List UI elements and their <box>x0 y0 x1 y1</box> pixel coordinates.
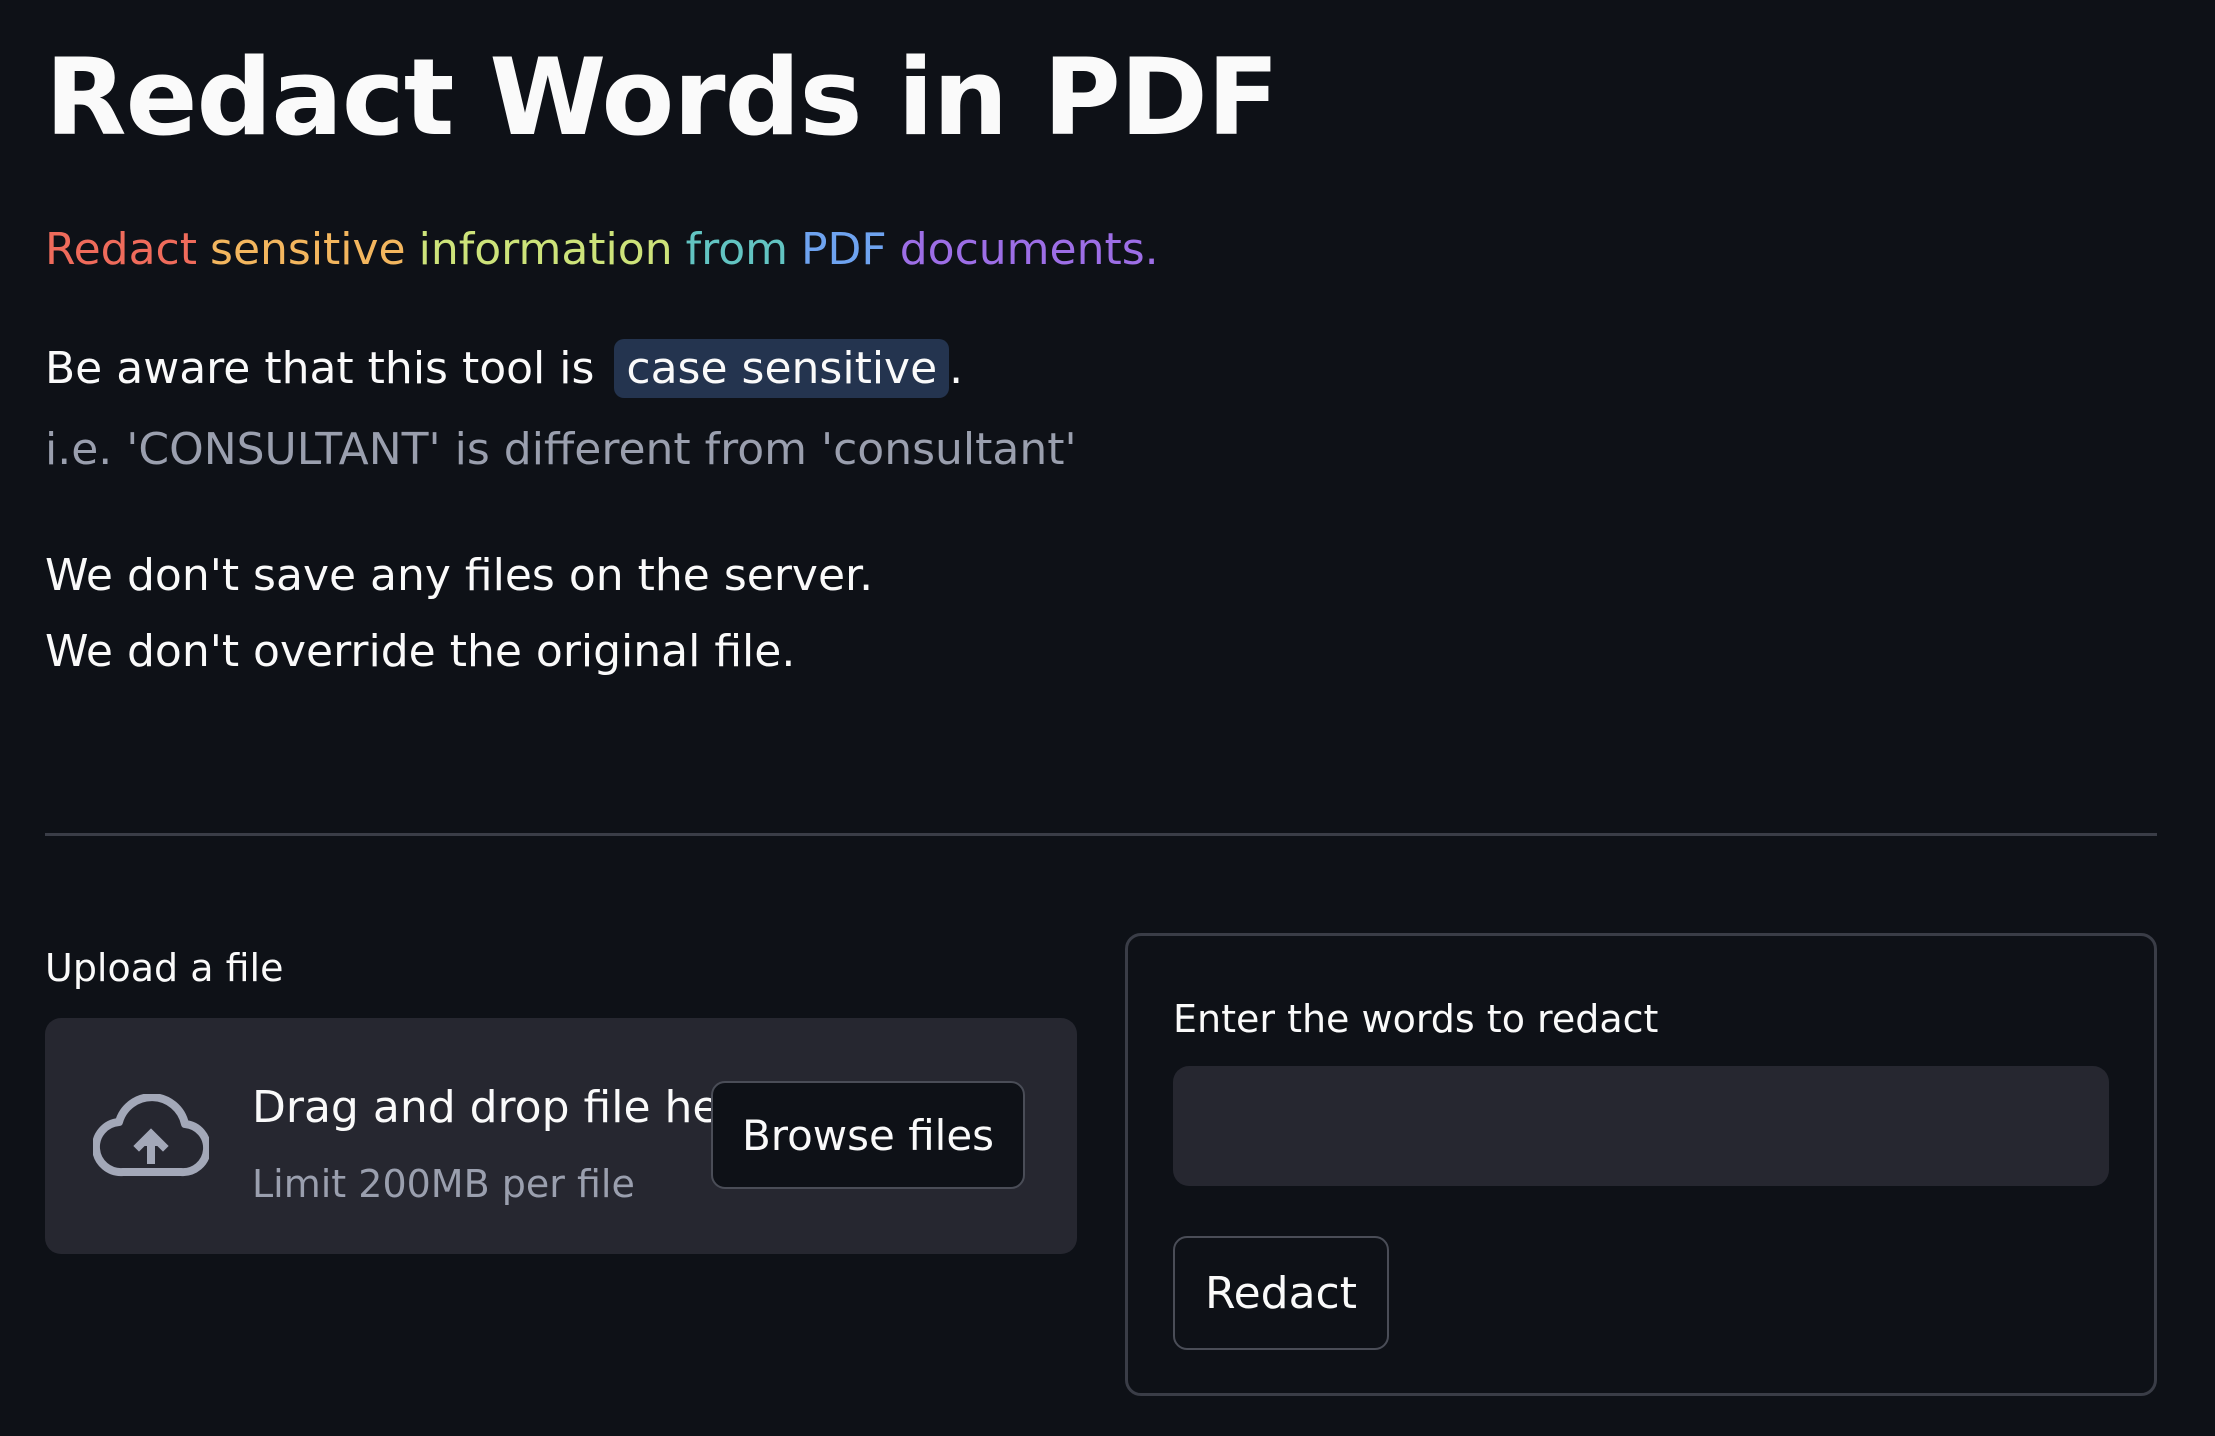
upload-label: Upload a file <box>45 946 284 990</box>
page-title: Redact Words in PDF <box>45 36 1279 159</box>
subtitle-word: sensitive <box>210 224 406 275</box>
notice-text: Be aware that this tool is <box>45 343 595 394</box>
notice-suffix: . <box>949 343 964 394</box>
privacy-note-files: We don't save any files on the server. <box>45 550 874 601</box>
dropzone-instructions: Drag and drop file here <box>252 1082 764 1133</box>
case-sensitivity-notice: Be aware that this tool is case sensitiv… <box>45 334 963 404</box>
browse-files-button[interactable]: Browse files <box>711 1081 1025 1189</box>
divider <box>45 833 2157 836</box>
words-to-redact-input[interactable] <box>1173 1066 2109 1186</box>
page-subtitle: Redact sensitive information from PDF documen… <box>45 220 1172 280</box>
subtitle-word: Redact <box>45 224 198 275</box>
redact-form: Enter the words to redact Redact <box>1125 933 2157 1396</box>
file-size-limit: Limit 200MB per file <box>252 1162 635 1206</box>
subtitle-word: information <box>418 224 673 275</box>
subtitle-word: from <box>685 224 788 275</box>
file-dropzone[interactable]: Drag and drop file here Limit 200MB per … <box>45 1018 1077 1254</box>
redact-button[interactable]: Redact <box>1173 1236 1389 1350</box>
case-example-caption: i.e. 'CONSULTANT' is different from 'con… <box>45 424 1077 475</box>
subtitle-word: PDF <box>801 224 887 275</box>
case-sensitive-code: case sensitive <box>614 339 950 398</box>
words-input-label: Enter the words to redact <box>1173 997 1659 1041</box>
subtitle-word: documents. <box>899 224 1159 275</box>
cloud-upload-icon <box>91 1093 212 1178</box>
privacy-note-original: We don't override the original file. <box>45 626 796 677</box>
